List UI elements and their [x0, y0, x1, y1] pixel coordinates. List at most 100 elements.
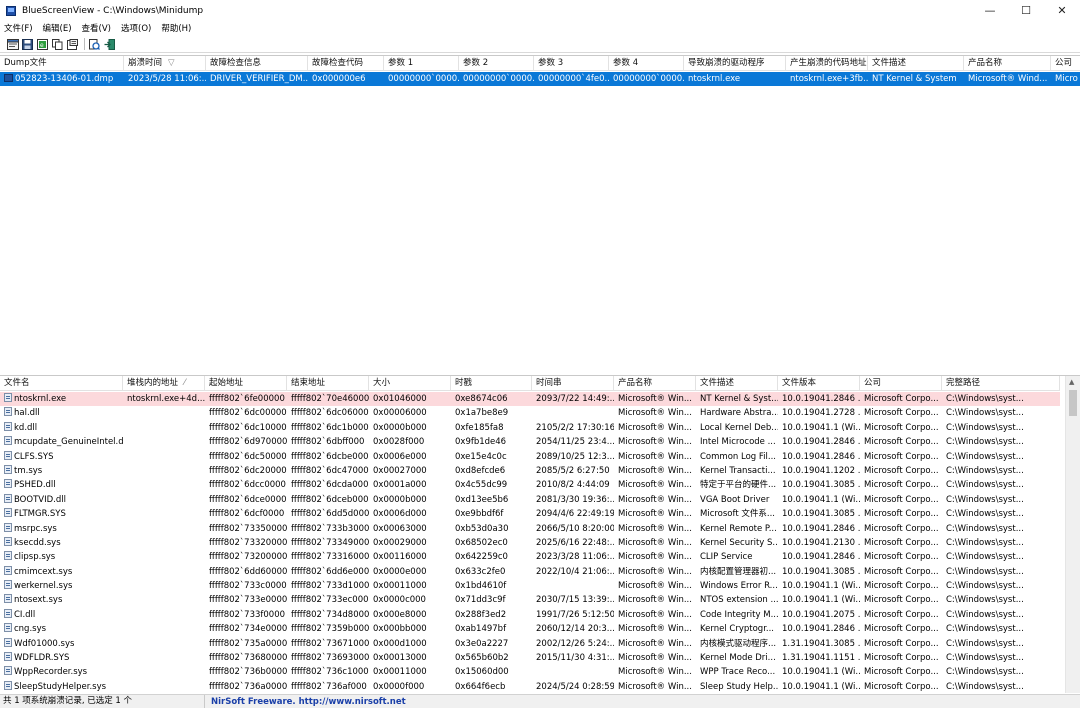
column-header-bugcheck-code[interactable]: 故障检查代码	[308, 56, 384, 71]
refresh-icon[interactable]	[88, 38, 101, 51]
table-row[interactable]: hal.dll fffff802`6dc00000 fffff802`6dc0600…	[0, 406, 1060, 420]
cell-text: 10.0.19041.2846 ...	[782, 394, 860, 404]
table-row[interactable]: mcupdate_GenuineIntel.dll fffff802`6d9700…	[0, 435, 1060, 449]
properties-icon[interactable]	[66, 38, 79, 51]
cell-text: Microsoft Corpo...	[864, 552, 939, 563]
column-header-parameter-4[interactable]: 参数 4	[609, 56, 684, 71]
column-header-filename[interactable]: 文件名	[0, 376, 123, 391]
table-row[interactable]: CI.dll fffff802`733f0000 fffff802`734d8000…	[0, 608, 1060, 622]
cell-size: 0x0006e000	[369, 450, 451, 464]
cell-text: 10.0.19041.2846 ...	[782, 437, 860, 448]
minimize-button[interactable]: —	[972, 0, 1008, 21]
menu-edit[interactable]: 编辑(E)	[43, 22, 72, 34]
table-row[interactable]: SleepStudyHelper.sys fffff802`736a0000 fff…	[0, 680, 1060, 693]
column-header-size[interactable]: 大小	[369, 376, 451, 391]
column-header-dump-file[interactable]: Dump文件	[0, 56, 124, 71]
cell-product-name: Microsoft® Win...	[614, 622, 696, 636]
table-row[interactable]: cng.sys fffff802`734e0000 fffff802`7359b00…	[0, 622, 1060, 636]
column-header-crash-time[interactable]: 崩溃时间 ▽	[124, 56, 206, 71]
app-icon	[6, 5, 16, 16]
cell-file-version: 10.0.19041.1 (Wi...	[778, 421, 860, 435]
column-header-timestamp[interactable]: 时戳	[451, 376, 532, 391]
table-row[interactable]: WDFLDR.SYS fffff802`73680000 fffff802`7369…	[0, 651, 1060, 665]
table-row[interactable]: ntoskrnl.exe ntoskrnl.exe+4d... fffff802`6…	[0, 392, 1060, 407]
scrollbar-thumb[interactable]	[1069, 390, 1077, 416]
column-header-full-path[interactable]: 完整路径	[942, 376, 1060, 391]
column-header-caused-by-driver[interactable]: 导致崩溃的驱动程序	[684, 56, 786, 71]
cell-product-name: Microsoft® Wind...	[964, 72, 1051, 86]
html-report-icon[interactable]: e	[36, 38, 49, 51]
module-list-header: 文件名 堆栈内的地址 ⁄ 起始地址 结束地址 大小 时戳 时间串 产品名称 文件描…	[0, 376, 1060, 391]
cell-filename: CI.dll	[0, 608, 123, 622]
column-header-caused-by-address[interactable]: 产生崩溃的代码地址	[786, 56, 868, 71]
cell-text: fffff802`73316000	[291, 552, 369, 563]
column-header-bugcheck-string[interactable]: 故障检查信息	[206, 56, 308, 71]
cell-text: 内核模式驱动程序...	[700, 638, 777, 649]
cell-text: 10.0.19041.1 (Wi...	[782, 667, 860, 678]
column-header-file-description[interactable]: 文件描述	[696, 376, 778, 391]
column-header-parameter-2[interactable]: 参数 2	[459, 56, 534, 71]
cell-filename: ntosext.sys	[0, 593, 123, 607]
maximize-button[interactable]: ☐	[1008, 0, 1044, 21]
column-header-time-string[interactable]: 时间串	[532, 376, 614, 391]
cell-text: 0x0000e000	[373, 566, 427, 577]
scroll-up-icon[interactable]: ▲	[1069, 378, 1074, 386]
cell-to-address: fffff802`733b3000	[287, 522, 369, 536]
cell-size: 0x01046000	[369, 392, 451, 406]
cell-full-path: C:\Windows\syst...	[942, 450, 1060, 464]
column-header-product-name[interactable]: 产品名称	[964, 56, 1051, 71]
table-row[interactable]: msrpc.sys fffff802`73350000 fffff802`733b3…	[0, 522, 1060, 536]
table-row[interactable]: clipsp.sys fffff802`73200000 fffff802`7331…	[0, 550, 1060, 564]
table-row[interactable]: cmimcext.sys fffff802`6dd60000 fffff802`6d…	[0, 565, 1060, 579]
cell-text: 0x0028f000	[373, 437, 425, 448]
cell-caused-by-address: ntoskrnl.exe+3fb...	[786, 72, 868, 86]
table-row[interactable]: kd.dll fffff802`6dc10000 fffff802`6dc1b000…	[0, 421, 1060, 435]
nirsoft-link[interactable]: NirSoft Freeware. http://www.nirsoft.net	[205, 697, 406, 707]
table-row[interactable]: CLFS.SYS fffff802`6dc50000 fffff802`6dcbe0…	[0, 450, 1060, 464]
column-header-to-address[interactable]: 结束地址	[287, 376, 369, 391]
table-row[interactable]: ntosext.sys fffff802`733e0000 fffff802`733…	[0, 593, 1060, 607]
cell-timestamp: 0x71dd3c9f	[451, 593, 532, 607]
table-row[interactable]: BOOTVID.dll fffff802`6dce0000 fffff802`6dc…	[0, 493, 1060, 507]
column-header-company[interactable]: 公司	[860, 376, 942, 391]
table-row[interactable]: ksecdd.sys fffff802`73320000 fffff802`7334…	[0, 536, 1060, 550]
table-row[interactable]: FLTMGR.SYS fffff802`6dcf0000 fffff802`6dd5…	[0, 507, 1060, 521]
options-icon[interactable]	[6, 38, 19, 51]
close-button[interactable]: ✕	[1044, 0, 1080, 21]
table-row[interactable]: PSHED.dll fffff802`6dcc0000 fffff802`6dcda…	[0, 478, 1060, 492]
cell-company: Microsoft Corpo...	[860, 493, 942, 507]
copy-icon[interactable]	[51, 38, 64, 51]
cell-from-address: fffff802`6fe00000	[205, 392, 287, 406]
column-header-file-description[interactable]: 文件描述	[868, 56, 964, 71]
cell-product-name: Microsoft® Win...	[614, 565, 696, 579]
cell-text: 10.0.19041.2846 ...	[782, 523, 860, 534]
cell-size: 0x00027000	[369, 464, 451, 478]
column-header-address-in-stack[interactable]: 堆栈内的地址 ⁄	[123, 376, 205, 391]
exit-icon[interactable]	[103, 38, 116, 51]
cell-full-path: C:\Windows\syst...	[942, 464, 1060, 478]
table-row[interactable]: werkernel.sys fffff802`733c0000 fffff802`7…	[0, 579, 1060, 593]
table-row[interactable]: tm.sys fffff802`6dc20000 fffff802`6dc47000…	[0, 464, 1060, 478]
save-icon[interactable]	[21, 38, 34, 51]
cell-text: 0xfe185fa8	[455, 422, 504, 433]
menu-options[interactable]: 选项(O)	[121, 22, 151, 34]
column-header-product-name[interactable]: 产品名称	[614, 376, 696, 391]
cell-to-address: fffff802`73671000	[287, 637, 369, 651]
column-header-file-version[interactable]: 文件版本	[778, 376, 860, 391]
cell-text: clipsp.sys	[14, 552, 56, 563]
column-header-parameter-3[interactable]: 参数 3	[534, 56, 609, 71]
table-row[interactable]: Wdf01000.sys fffff802`735a0000 fffff802`73…	[0, 637, 1060, 651]
menu-file[interactable]: 文件(F)	[4, 22, 33, 34]
menu-help[interactable]: 帮助(H)	[161, 22, 191, 34]
table-row[interactable]: WppRecorder.sys fffff802`736b0000 fffff802…	[0, 665, 1060, 679]
module-file-icon	[4, 436, 12, 446]
column-header-from-address[interactable]: 起始地址	[205, 376, 287, 391]
cell-address-in-stack: ntoskrnl.exe+4d...	[123, 392, 205, 406]
table-row[interactable]: 052823-13406-01.dmp 2023/5/28 11:06:... DR…	[0, 72, 1080, 87]
menu-view[interactable]: 查看(V)	[82, 22, 111, 34]
cell-timestamp: 0x68502ec0	[451, 536, 532, 550]
column-header-parameter-1[interactable]: 参数 1	[384, 56, 459, 71]
cell-text: fffff802`6dceb000	[291, 494, 369, 505]
vertical-scrollbar[interactable]: ▲	[1065, 376, 1080, 693]
column-header-company[interactable]: 公司	[1051, 56, 1080, 71]
